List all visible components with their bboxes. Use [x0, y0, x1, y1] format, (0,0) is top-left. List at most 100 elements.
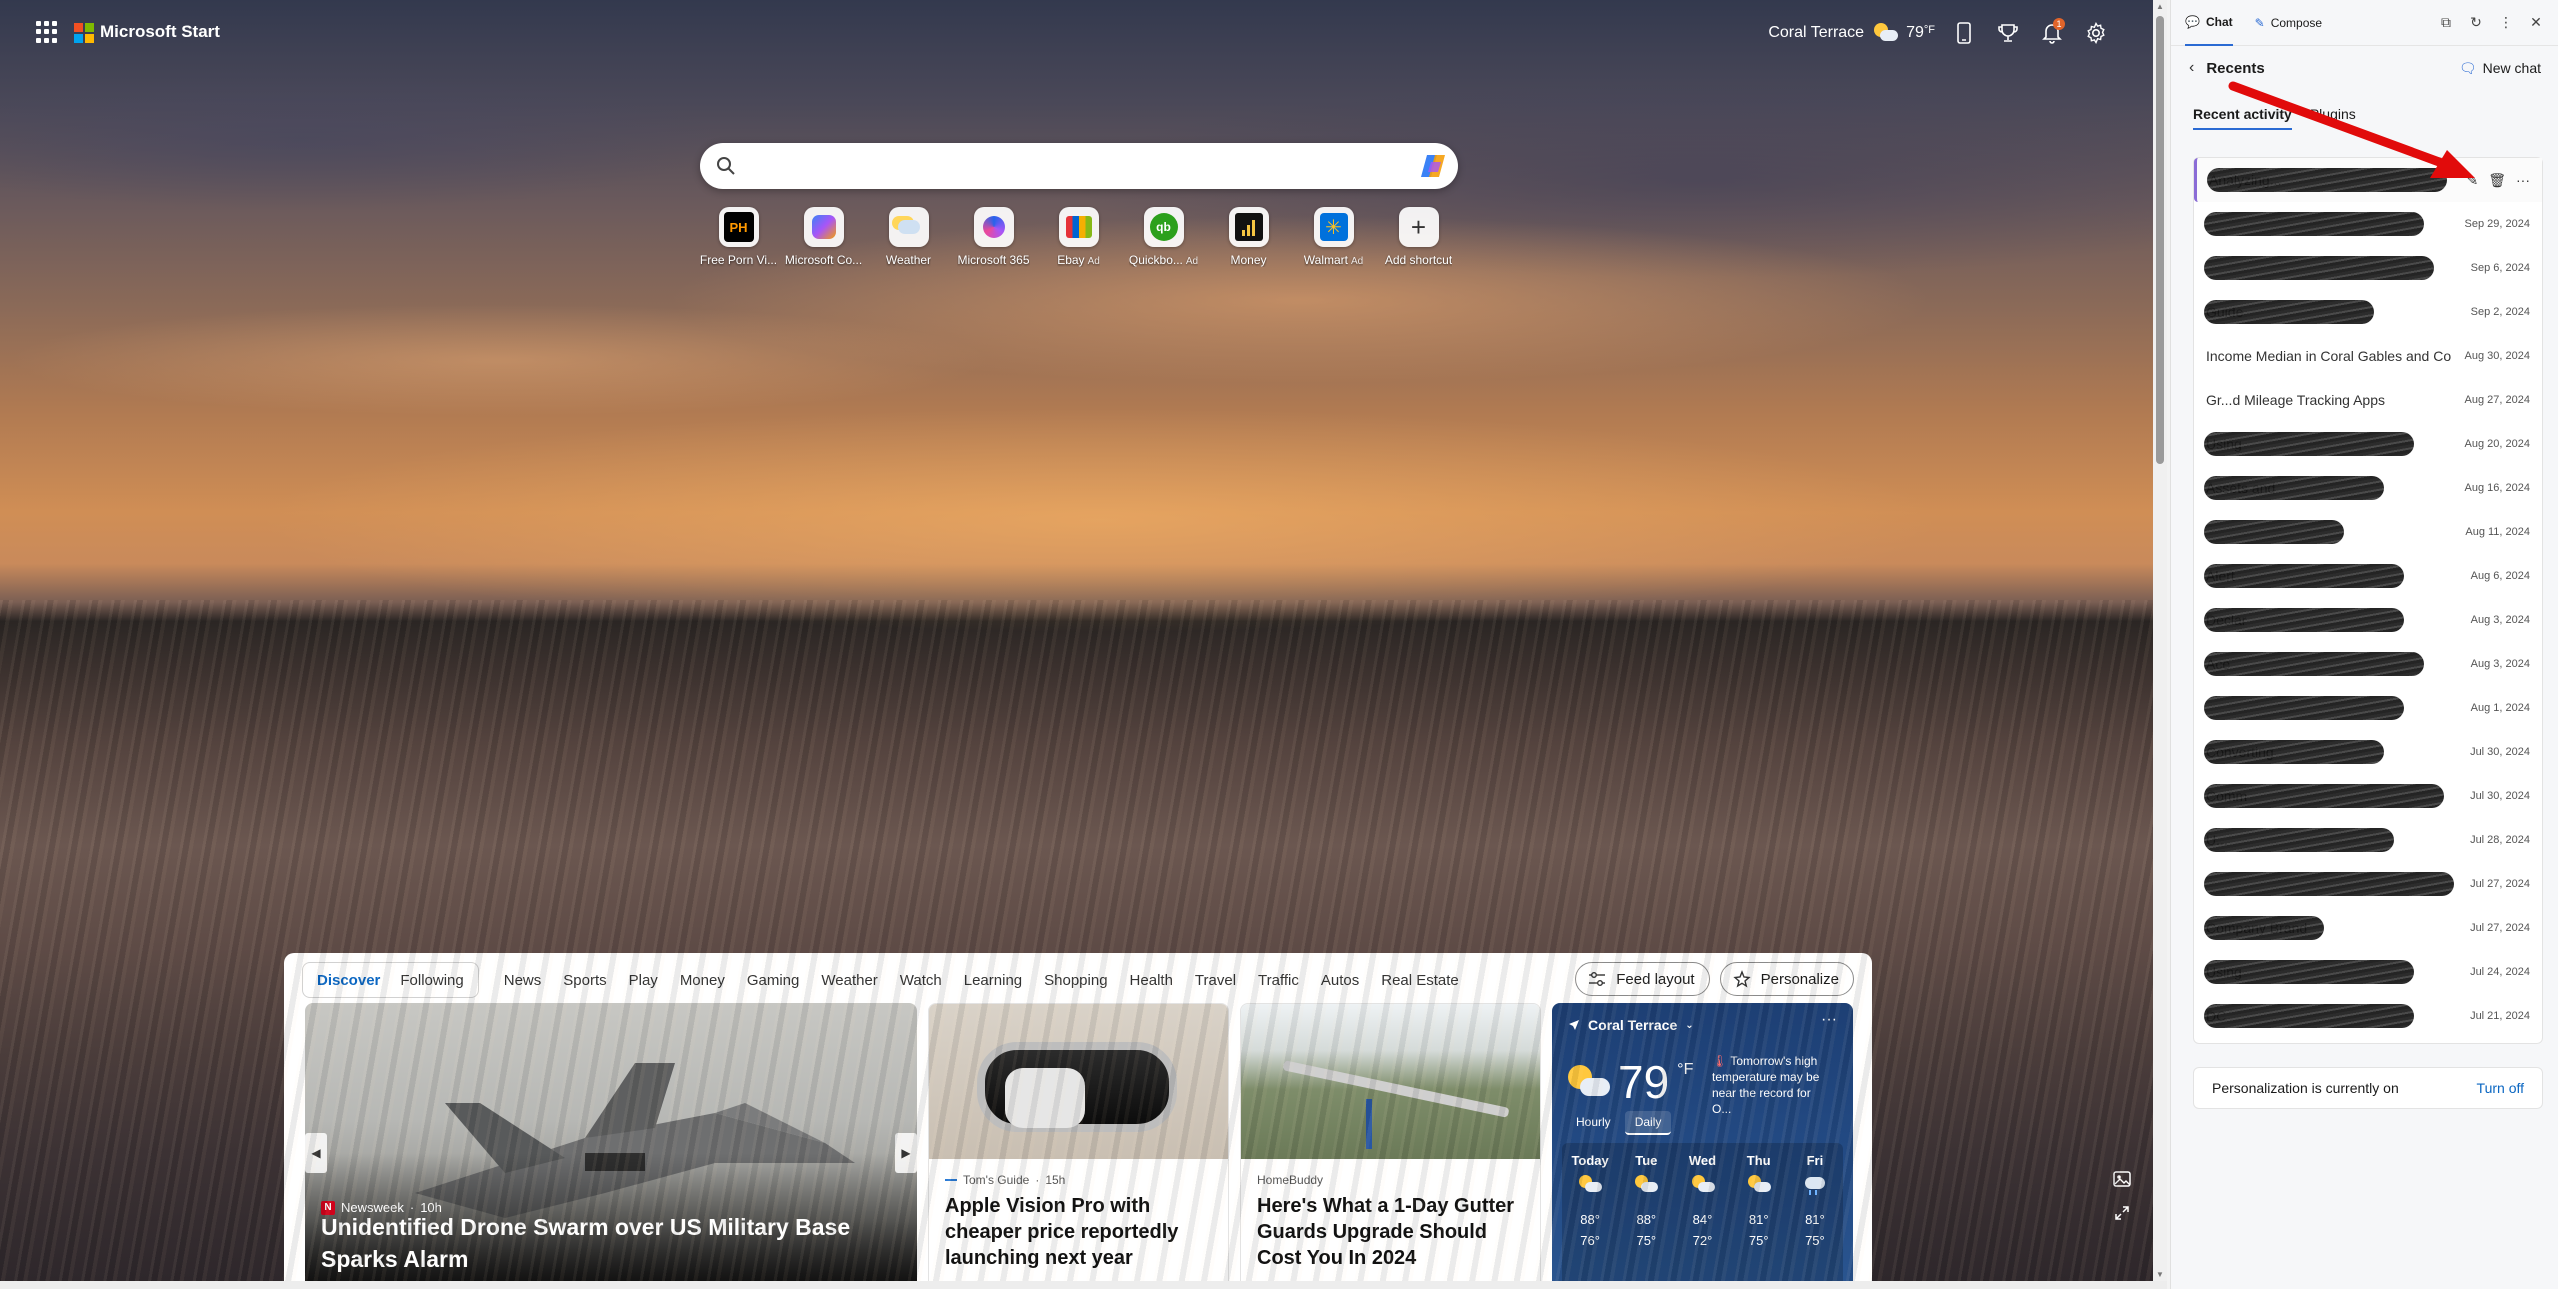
recent-chat-item[interactable]: UsingAug 20, 2024 — [2194, 422, 2542, 466]
recent-chat-item[interactable]: U...Jul 28, 2024 — [2194, 818, 2542, 862]
recent-chat-item[interactable]: Gr...d Mileage Tracking Apps Aug 27, 2024 — [2194, 378, 2542, 422]
recent-chat-item[interactable]: DCJul 21, 2024 — [2194, 994, 2542, 1038]
search-input[interactable] — [750, 143, 1390, 189]
chevron-down-icon: ⌄ — [1685, 1019, 1694, 1031]
tab-compose[interactable]: ✎ Compose — [2255, 0, 2322, 46]
tab-plugins[interactable]: Plugins — [2310, 106, 2356, 130]
shortcut-weather[interactable]: Weather — [866, 207, 951, 267]
shortcut-money-chart[interactable]: Money — [1206, 207, 1291, 267]
tab-weather[interactable]: Weather — [810, 972, 888, 989]
weather-card[interactable]: Coral Terrace ⌄ ··· 79 °F 🌡 Tomorrow's h… — [1552, 1003, 1853, 1281]
recent-chat-item[interactable]: Aug 11, 2024 — [2194, 510, 2542, 554]
recent-chat-item[interactable]: Jul 27, 2024 — [2194, 862, 2542, 906]
tab-traffic[interactable]: Traffic — [1247, 972, 1310, 989]
news-card[interactable]: Tom's Guide · 15h Apple Vision Pro with … — [928, 1003, 1229, 1281]
tab-health[interactable]: Health — [1119, 972, 1184, 989]
page-scrollbar[interactable]: ▲ ▼ — [2153, 0, 2167, 1281]
shortcut-walmart[interactable]: ✳ Walmart Ad — [1291, 207, 1376, 267]
recent-chat-item[interactable]: Analyzing...✎🗑··· — [2194, 158, 2542, 202]
shortcut-ph[interactable]: PH Free Porn Vi... — [696, 207, 781, 267]
shortcut-copilot[interactable]: Microsoft Co... — [781, 207, 866, 267]
tab-chat[interactable]: 💬 Chat — [2185, 0, 2233, 46]
weather-chip[interactable]: Coral Terrace 79 °F — [1768, 22, 1935, 44]
phone-icon[interactable] — [1949, 18, 1979, 48]
recent-chat-item[interactable]: ConvertingJul 30, 2024 — [2194, 730, 2542, 774]
tab-learning[interactable]: Learning — [953, 972, 1033, 989]
tab-shopping[interactable]: Shopping — [1033, 972, 1118, 989]
feed-layout-button[interactable]: Feed layout — [1575, 962, 1710, 996]
recent-chat-item[interactable]: GuideSep 2, 2024 — [2194, 290, 2542, 334]
scroll-down-icon[interactable]: ▼ — [2156, 1270, 2164, 1279]
close-icon[interactable]: ✕ — [2528, 14, 2544, 31]
app-launcher-icon[interactable] — [36, 21, 58, 43]
shortcut-label: Quickbo... Ad — [1128, 253, 1199, 267]
more-options-icon[interactable]: ··· — [1821, 1011, 1837, 1029]
more-options-icon[interactable]: ··· — [2516, 172, 2530, 189]
shortcut-m365[interactable]: Microsoft 365 — [951, 207, 1036, 267]
notifications-bell-icon[interactable]: 1 — [2037, 18, 2067, 48]
forecast-day[interactable]: Wed 84° 72° — [1674, 1143, 1730, 1281]
weather-alert-note[interactable]: 🌡 Tomorrow's high temperature may be nea… — [1712, 1053, 1832, 1117]
scroll-up-icon[interactable]: ▲ — [2156, 2, 2164, 11]
tab-discover[interactable]: Discover — [307, 972, 390, 989]
tab-news[interactable]: News — [493, 972, 553, 989]
recent-chat-item[interactable]: Company BrandJul 27, 2024 — [2194, 906, 2542, 950]
recent-chat-item[interactable]: Income Median in Coral Gables and Co Aug … — [2194, 334, 2542, 378]
edit-pencil-icon[interactable]: ✎ — [2466, 172, 2478, 189]
turn-off-link[interactable]: Turn off — [2477, 1080, 2524, 1096]
tab-hourly[interactable]: Hourly — [1566, 1111, 1621, 1135]
recent-chat-item[interactable]: CommJul 30, 2024 — [2194, 774, 2542, 818]
recent-chat-item[interactable]: Sep 29, 2024 — [2194, 202, 2542, 246]
recent-chat-item[interactable]: AceAug 3, 2024 — [2194, 642, 2542, 686]
tab-sports[interactable]: Sports — [552, 972, 617, 989]
tab-play[interactable]: Play — [618, 972, 669, 989]
rewards-trophy-icon[interactable] — [1993, 18, 2023, 48]
expand-icon[interactable] — [2113, 1204, 2135, 1226]
forecast-day[interactable]: Tue 88° 75° — [1618, 1143, 1674, 1281]
refresh-icon[interactable]: ↻ — [2468, 14, 2484, 31]
tab-travel[interactable]: Travel — [1184, 972, 1247, 989]
new-chat-button[interactable]: 🗨 New chat — [2459, 60, 2541, 77]
forecast-day[interactable]: Thu 81° 75° — [1731, 1143, 1787, 1281]
tab-gaming[interactable]: Gaming — [736, 972, 811, 989]
card-title[interactable]: Apple Vision Pro with cheaper price repo… — [929, 1187, 1228, 1277]
recent-chat-item[interactable]: Sep 6, 2024 — [2194, 246, 2542, 290]
tab-watch[interactable]: Watch — [889, 972, 953, 989]
recent-chat-item[interactable]: AlertAug 6, 2024 — [2194, 554, 2542, 598]
shortcut-ebay-bag[interactable]: Ebay Ad — [1036, 207, 1121, 267]
recent-chat-item[interactable]: Assets andAug 16, 2024 — [2194, 466, 2542, 510]
carousel-next-button[interactable]: ▶ — [895, 1133, 917, 1173]
forecast-day[interactable]: Fri 81° 75° — [1787, 1143, 1843, 1281]
copilot-icon[interactable] — [1418, 152, 1448, 180]
recent-chat-item[interactable]: Aug 1, 2024 — [2194, 686, 2542, 730]
tab-money[interactable]: Money — [669, 972, 736, 989]
shortcut-quickbooks[interactable]: qb Quickbo... Ad — [1121, 207, 1206, 267]
horizontal-scrollbar[interactable] — [0, 1281, 2167, 1289]
card-title[interactable]: Here's What a 1-Day Gutter Guards Upgrad… — [1241, 1187, 1540, 1277]
background-image-icon[interactable] — [2113, 1170, 2135, 1192]
scrollbar-thumb[interactable] — [2156, 16, 2164, 464]
more-vertical-icon[interactable]: ⋮ — [2498, 14, 2514, 31]
news-card-hero[interactable]: ◀ ▶ N Newsweek · 10h Unidentified Drone … — [305, 1003, 917, 1281]
recent-chat-item[interactable]: DeclarAug 3, 2024 — [2194, 598, 2542, 642]
tab-recent-activity[interactable]: Recent activity — [2193, 106, 2292, 130]
tab-following[interactable]: Following — [390, 972, 473, 989]
search-box[interactable] — [700, 143, 1458, 189]
tab-daily[interactable]: Daily — [1624, 1111, 1672, 1135]
settings-gear-icon[interactable] — [2081, 18, 2111, 48]
delete-trash-icon[interactable]: 🗑 — [2488, 172, 2506, 189]
card-title[interactable]: Unidentified Drone Swarm over US Militar… — [321, 1211, 877, 1275]
recent-chat-item[interactable]: UsingJul 24, 2024 — [2194, 950, 2542, 994]
brand-title[interactable]: Microsoft Start — [100, 22, 220, 42]
back-arrow-icon[interactable]: ‹ — [2189, 59, 2194, 77]
open-in-new-icon[interactable]: ⧉ — [2438, 14, 2454, 31]
news-card[interactable]: HomeBuddy Here's What a 1-Day Gutter Gua… — [1240, 1003, 1541, 1281]
tab-real-estate[interactable]: Real Estate — [1370, 972, 1470, 989]
forecast-day[interactable]: Today 88° 76° — [1562, 1143, 1618, 1281]
weather-location[interactable]: Coral Terrace ⌄ — [1568, 1017, 1694, 1033]
carousel-prev-button[interactable]: ◀ — [305, 1133, 327, 1173]
tab-autos[interactable]: Autos — [1310, 972, 1370, 989]
shortcut-plus[interactable]: + Add shortcut — [1376, 207, 1461, 267]
partly-cloudy-icon — [1566, 1064, 1610, 1100]
personalize-button[interactable]: Personalize — [1719, 962, 1854, 996]
